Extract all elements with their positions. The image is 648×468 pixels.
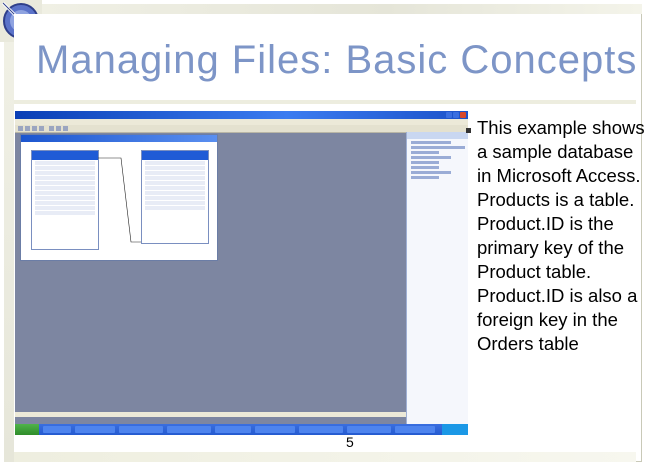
- taskbar-item: [75, 426, 115, 433]
- relationship-line: [98, 157, 141, 243]
- slide-title: Managing Files: Basic Concepts: [36, 38, 638, 82]
- minimize-icon: [446, 112, 452, 118]
- task-pane-line: [411, 156, 451, 159]
- slide-bottom-band: [14, 452, 636, 462]
- bullet-icon: [466, 128, 471, 133]
- taskbar-item: [167, 426, 211, 433]
- toolbar-button: [49, 126, 54, 131]
- task-pane-line: [411, 166, 439, 169]
- access-screenshot: [15, 111, 468, 435]
- task-pane-line: [411, 146, 465, 149]
- toolbar-button: [25, 126, 30, 131]
- toolbar-button: [18, 126, 23, 131]
- taskbar-item: [395, 426, 435, 433]
- task-pane: [406, 132, 468, 424]
- taskbar-item: [255, 426, 295, 433]
- taskbar-item: [43, 426, 71, 433]
- taskbar-item: [347, 426, 391, 433]
- toolbar-button: [32, 126, 37, 131]
- taskbar-item: [119, 426, 163, 433]
- slide-body-text: This example shows a sample database in …: [477, 117, 645, 354]
- slide-top-band: [4, 4, 642, 14]
- task-pane-line: [411, 151, 439, 154]
- task-pane-line: [411, 176, 439, 179]
- close-icon: [460, 112, 466, 118]
- windows-taskbar: [15, 424, 468, 435]
- relationships-titlebar: [21, 135, 217, 142]
- task-pane-line: [411, 161, 439, 164]
- task-pane-line: [411, 171, 451, 174]
- task-pane-line: [411, 141, 451, 144]
- slide-left-band: [4, 4, 14, 462]
- relationships-canvas: [21, 142, 217, 260]
- toolbar-button: [63, 126, 68, 131]
- taskbar-item: [215, 426, 251, 433]
- taskbar-item: [299, 426, 343, 433]
- toolbar-button: [39, 126, 44, 131]
- start-button-icon: [15, 424, 39, 435]
- system-tray: [442, 424, 468, 435]
- toolbar-button: [56, 126, 61, 131]
- title-rule: [14, 100, 636, 104]
- maximize-icon: [453, 112, 459, 118]
- relationships-window: [20, 134, 218, 261]
- access-toolbar: [15, 125, 468, 133]
- page-number: 5: [346, 434, 354, 450]
- access-statusbar: [15, 412, 406, 417]
- task-pane-header: [407, 132, 468, 139]
- access-titlebar: [15, 111, 468, 119]
